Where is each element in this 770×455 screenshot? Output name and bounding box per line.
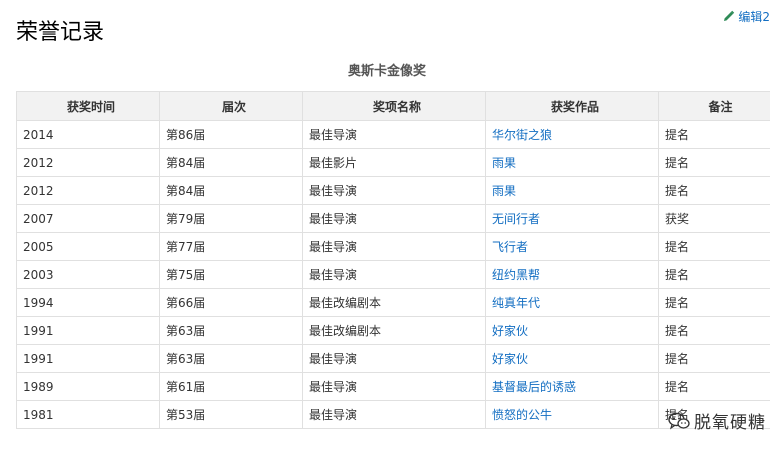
cell-work-link[interactable]: 飞行者 bbox=[485, 232, 659, 261]
edit-link-label: 编辑2 bbox=[738, 9, 770, 24]
cell-award: 最佳导演 bbox=[302, 344, 486, 373]
cell-session: 第63届 bbox=[159, 344, 303, 373]
header-work: 获奖作品 bbox=[485, 91, 659, 121]
cell-year: 1991 bbox=[16, 316, 160, 345]
table-row: 2012 第84届 最佳影片 雨果 提名 bbox=[16, 148, 770, 177]
cell-work-link[interactable]: 无间行者 bbox=[485, 204, 659, 233]
cell-award: 最佳导演 bbox=[302, 120, 486, 149]
table-row: 1981 第53届 最佳导演 愤怒的公牛 提名 bbox=[16, 400, 770, 429]
cell-session: 第66届 bbox=[159, 288, 303, 317]
watermark: 脱氧硬糖 bbox=[668, 408, 766, 433]
cell-session: 第86届 bbox=[159, 120, 303, 149]
cell-award: 最佳导演 bbox=[302, 400, 486, 429]
cell-session: 第75届 bbox=[159, 260, 303, 289]
cell-year: 2014 bbox=[16, 120, 160, 149]
cell-note: 提名 bbox=[658, 260, 770, 289]
table-caption: 奥斯卡金像奖 bbox=[347, 64, 426, 79]
cell-work-link[interactable]: 华尔街之狼 bbox=[485, 120, 659, 149]
cell-work-link[interactable]: 雨果 bbox=[485, 148, 659, 177]
cell-note: 提名 bbox=[658, 120, 770, 149]
award-table: 获奖时间 届次 奖项名称 获奖作品 备注 2014 第86届 最佳导演 华尔街之… bbox=[16, 91, 770, 429]
cell-year: 2012 bbox=[16, 176, 160, 205]
cell-award: 最佳改编剧本 bbox=[302, 288, 486, 317]
cell-session: 第84届 bbox=[159, 176, 303, 205]
cell-award: 最佳导演 bbox=[302, 260, 486, 289]
cell-year: 1981 bbox=[16, 400, 160, 429]
cell-work-link[interactable]: 纽约黑帮 bbox=[485, 260, 659, 289]
header-award: 奖项名称 bbox=[302, 91, 486, 121]
cell-year: 2007 bbox=[16, 204, 160, 233]
cell-note: 提名 bbox=[658, 176, 770, 205]
table-header-row: 获奖时间 届次 奖项名称 获奖作品 备注 bbox=[16, 91, 770, 121]
cell-award: 最佳导演 bbox=[302, 372, 486, 401]
watermark-text: 脱氧硬糖 bbox=[694, 413, 766, 433]
cell-work-link[interactable]: 基督最后的诱惑 bbox=[485, 372, 659, 401]
cell-note: 提名 bbox=[658, 288, 770, 317]
header-session: 届次 bbox=[159, 91, 303, 121]
cell-year: 1991 bbox=[16, 344, 160, 373]
cell-note: 提名 bbox=[658, 232, 770, 261]
cell-award: 最佳改编剧本 bbox=[302, 316, 486, 345]
cell-session: 第84届 bbox=[159, 148, 303, 177]
cell-session: 第63届 bbox=[159, 316, 303, 345]
pencil-icon bbox=[724, 10, 735, 21]
cell-session: 第77届 bbox=[159, 232, 303, 261]
table-row: 1991 第63届 最佳导演 好家伙 提名 bbox=[16, 344, 770, 373]
header-note: 备注 bbox=[658, 91, 770, 121]
cell-note: 提名 bbox=[658, 372, 770, 401]
cell-award: 最佳导演 bbox=[302, 204, 486, 233]
cell-work-link[interactable]: 好家伙 bbox=[485, 344, 659, 373]
cell-session: 第79届 bbox=[159, 204, 303, 233]
cell-note: 提名 bbox=[658, 316, 770, 345]
cell-note: 提名 bbox=[658, 148, 770, 177]
cell-session: 第53届 bbox=[159, 400, 303, 429]
cell-year: 1989 bbox=[16, 372, 160, 401]
cell-session: 第61届 bbox=[159, 372, 303, 401]
cell-note: 获奖 bbox=[658, 204, 770, 233]
header-year: 获奖时间 bbox=[16, 91, 160, 121]
table-row: 2003 第75届 最佳导演 纽约黑帮 提名 bbox=[16, 260, 770, 289]
table-row: 1989 第61届 最佳导演 基督最后的诱惑 提名 bbox=[16, 372, 770, 401]
cell-year: 1994 bbox=[16, 288, 160, 317]
page-title: 荣誉记录 bbox=[16, 19, 105, 45]
table-row: 1991 第63届 最佳改编剧本 好家伙 提名 bbox=[16, 316, 770, 345]
cell-year: 2012 bbox=[16, 148, 160, 177]
table-row: 2012 第84届 最佳导演 雨果 提名 bbox=[16, 176, 770, 205]
cell-work-link[interactable]: 愤怒的公牛 bbox=[485, 400, 659, 429]
cell-award: 最佳导演 bbox=[302, 176, 486, 205]
cell-year: 2005 bbox=[16, 232, 160, 261]
table-row: 2014 第86届 最佳导演 华尔街之狼 提名 bbox=[16, 120, 770, 149]
wechat-icon bbox=[668, 412, 690, 429]
cell-award: 最佳导演 bbox=[302, 232, 486, 261]
table-row: 2005 第77届 最佳导演 飞行者 提名 bbox=[16, 232, 770, 261]
cell-note: 提名 bbox=[658, 344, 770, 373]
cell-year: 2003 bbox=[16, 260, 160, 289]
cell-work-link[interactable]: 雨果 bbox=[485, 176, 659, 205]
table-row: 2007 第79届 最佳导演 无间行者 获奖 bbox=[16, 204, 770, 233]
cell-work-link[interactable]: 好家伙 bbox=[485, 316, 659, 345]
cell-award: 最佳影片 bbox=[302, 148, 486, 177]
cell-work-link[interactable]: 纯真年代 bbox=[485, 288, 659, 317]
edit-link[interactable]: 编辑2 bbox=[723, 7, 770, 25]
table-row: 1994 第66届 最佳改编剧本 纯真年代 提名 bbox=[16, 288, 770, 317]
